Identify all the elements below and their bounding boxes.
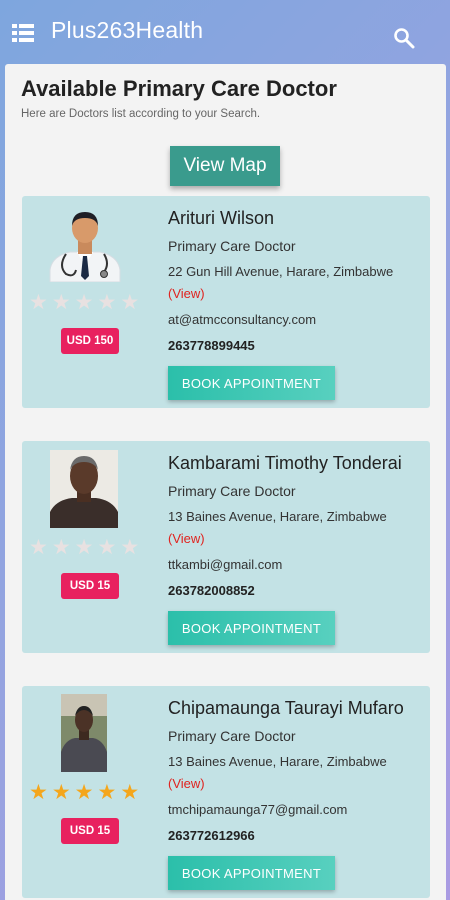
doctor-specialty: Primary Care Doctor xyxy=(168,238,296,254)
rating-stars: ★ ★ ★ ★ ★ xyxy=(29,292,139,313)
doctor-card[interactable]: ★ ★ ★ ★ ★ USD 15 Kambarami Timothy Tonde… xyxy=(22,441,430,653)
star-icon: ★ xyxy=(120,291,140,314)
doctor-photo xyxy=(61,694,107,772)
doctor-phone: 263778899445 xyxy=(168,338,255,353)
star-icon: ★ xyxy=(74,291,94,314)
book-appointment-button[interactable]: BOOK APPOINTMENT xyxy=(168,611,335,645)
price-badge: USD 150 xyxy=(61,328,119,354)
view-address-link[interactable]: (View) xyxy=(168,776,205,791)
star-icon: ★ xyxy=(120,536,140,559)
view-map-button[interactable]: View Map xyxy=(170,146,280,186)
app-title: Plus263Health xyxy=(51,17,204,43)
doctor-name: Arituri Wilson xyxy=(168,208,275,228)
star-icon: ★ xyxy=(74,536,94,559)
book-appointment-button[interactable]: BOOK APPOINTMENT xyxy=(168,856,335,890)
star-icon: ★ xyxy=(74,781,94,804)
page-title: Available Primary Care Doctor xyxy=(21,76,337,101)
rating-stars: ★ ★ ★ ★ ★ xyxy=(29,782,139,803)
view-address-link[interactable]: (View) xyxy=(168,531,205,546)
list-menu-icon[interactable] xyxy=(12,24,34,42)
doctor-phone: 263782008852 xyxy=(168,583,255,598)
app-bar: Plus263Health xyxy=(0,0,450,64)
star-icon: ★ xyxy=(120,781,140,804)
content-sheet: Available Primary Care Doctor Here are D… xyxy=(5,64,446,900)
star-icon: ★ xyxy=(97,291,117,314)
doctor-photo xyxy=(50,450,118,528)
star-icon: ★ xyxy=(29,781,48,804)
doctor-email: ttkambi@gmail.com xyxy=(168,557,283,572)
rating-stars: ★ ★ ★ ★ ★ xyxy=(29,537,139,558)
doctor-specialty: Primary Care Doctor xyxy=(168,728,296,744)
star-icon: ★ xyxy=(29,536,48,559)
star-icon: ★ xyxy=(51,536,71,559)
doctor-address: 13 Baines Avenue, Harare, Zimbabwe xyxy=(168,754,387,769)
doctor-avatar-illustration xyxy=(44,204,126,283)
price-badge: USD 15 xyxy=(61,573,119,599)
book-appointment-button[interactable]: BOOK APPOINTMENT xyxy=(168,366,335,400)
doctor-email: at@atmcconsultancy.com xyxy=(168,312,317,327)
doctor-name: Chipamaunga Taurayi Mufaro xyxy=(168,698,404,718)
doctor-address: 13 Baines Avenue, Harare, Zimbabwe xyxy=(168,509,387,524)
doctor-specialty: Primary Care Doctor xyxy=(168,483,296,499)
search-icon[interactable] xyxy=(393,27,415,49)
doctor-card[interactable]: ★ ★ ★ ★ ★ USD 150 Arituri Wilson Primary… xyxy=(22,196,430,408)
page-subtitle: Here are Doctors list according to your … xyxy=(21,108,261,120)
star-icon: ★ xyxy=(51,291,71,314)
doctor-phone: 263772612966 xyxy=(168,828,255,843)
view-address-link[interactable]: (View) xyxy=(168,286,205,301)
doctor-name: Kambarami Timothy Tonderai xyxy=(168,453,402,473)
doctor-email: tmchipamaunga77@gmail.com xyxy=(168,802,348,817)
star-icon: ★ xyxy=(51,781,71,804)
price-badge: USD 15 xyxy=(61,818,119,844)
star-icon: ★ xyxy=(97,781,117,804)
star-icon: ★ xyxy=(97,536,117,559)
doctor-card[interactable]: ★ ★ ★ ★ ★ USD 15 Chipamaunga Taurayi Muf… xyxy=(22,686,430,898)
doctor-address: 22 Gun Hill Avenue, Harare, Zimbabwe xyxy=(168,264,394,279)
star-icon: ★ xyxy=(29,291,48,314)
